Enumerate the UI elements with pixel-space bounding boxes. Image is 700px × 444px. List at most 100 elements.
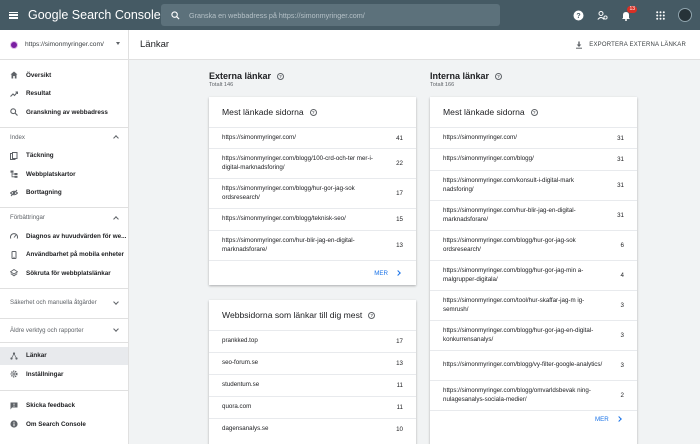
section-legacy-toggle[interactable]: Äldre verktyg och rapporter (0, 317, 128, 342)
help-icon[interactable]: ? (495, 72, 503, 80)
table-row[interactable]: https://simonmyringer.com/41 (209, 127, 416, 148)
table-row[interactable]: https://simonmyringer.com/blogg/100-crd-… (209, 148, 416, 178)
table-row[interactable]: https://simonmyringer.com/blogg/hur-gor-… (430, 230, 637, 260)
property-selector[interactable]: https://simonmyringer.com/ (0, 30, 128, 60)
table-row[interactable]: seo-forum.se 13 (209, 352, 416, 374)
search-input[interactable] (189, 10, 489, 20)
sidebar-item-feedback[interactable]: Skicka feedback (0, 397, 128, 416)
section-label: Äldre verktyg och rapporter (10, 326, 84, 334)
sidebar-item-about[interactable]: Om Search Console (0, 415, 128, 434)
account-avatar[interactable] (678, 8, 692, 22)
row-url: https://simonmyringer.com/tool/hur-skaff… (443, 297, 585, 313)
more-label: MER (595, 415, 609, 423)
property-url: https://simonmyringer.com/ (25, 41, 104, 48)
table-row[interactable]: https://simonmyringer.com/blogg/hur-gor-… (430, 260, 637, 290)
section-label: Förbättringar (10, 214, 45, 221)
help-icon[interactable]: ? (368, 311, 376, 319)
row-url: seo-forum.se (222, 359, 259, 367)
table-row[interactable]: https://simonmyringer.com/konsult-i-digi… (430, 170, 637, 200)
row-count: 17 (396, 190, 403, 197)
row-count: 22 (396, 160, 403, 167)
chevron-right-icon (615, 416, 622, 422)
sidebar-item-overview[interactable]: Översikt (0, 66, 128, 85)
table-row[interactable]: https://simonmyringer.com/blogg/teknisk-… (209, 208, 416, 230)
external-links-total: Totalt 146 (209, 82, 234, 88)
more-label: MER (374, 269, 388, 277)
search-icon (171, 10, 180, 20)
top-app-bar: Google Search Console ? 13 (0, 0, 700, 30)
more-link[interactable]: MER (430, 410, 637, 427)
table-row[interactable]: https://simonmyringer.com/31 (430, 127, 637, 148)
help-icon[interactable]: ? (277, 72, 285, 80)
chevron-up-icon (113, 215, 119, 222)
help-icon[interactable]: ? (309, 108, 317, 116)
layers-icon (10, 269, 18, 277)
sidebar-item-sitemaps[interactable]: Webbplatskartor (0, 165, 128, 184)
sidebar-item-coverage[interactable]: Täckning (0, 147, 128, 166)
hamburger-menu-icon[interactable] (9, 11, 18, 19)
sidebar-item-label: Inställningar (26, 370, 64, 378)
table-row[interactable]: https://simonmyringer.com/hur-blir-jag-e… (209, 230, 416, 260)
download-icon (576, 41, 583, 49)
search-icon (10, 108, 18, 117)
row-count: 3 (620, 362, 624, 369)
card-title-text: Mest länkade sidorna (443, 107, 525, 117)
row-url: https://simonmyringer.com/ (222, 133, 296, 141)
table-row[interactable]: https://simonmyringer.com/blogg/hur-gor-… (430, 320, 637, 350)
manage-users-icon[interactable] (597, 10, 608, 21)
sidebar-item-sitelinks-searchbox[interactable]: Sökruta för webbplatslänkar (0, 264, 128, 283)
page-title: Länkar (140, 39, 170, 50)
section-enhancements-toggle[interactable]: Förbättringar (0, 207, 128, 227)
trending-up-icon (10, 90, 18, 98)
card-title: Mest länkade sidorna ? (209, 97, 416, 127)
sidebar-item-mobile-usability[interactable]: Användbarhet på mobila enheter (0, 246, 128, 265)
table-row[interactable]: prankked.top 17 (209, 330, 416, 352)
row-count: 13 (396, 360, 403, 367)
table-row[interactable]: studentum.se 11 (209, 374, 416, 396)
section-index-toggle[interactable]: Index (0, 126, 128, 147)
row-url: studentum.se (222, 381, 260, 389)
sidebar-item-label: Skicka feedback (26, 402, 76, 410)
row-url: dagensanalys.se (222, 425, 269, 433)
sidebar-item-label: Sökruta för webbplatslänkar (26, 269, 111, 277)
table-row[interactable]: https://simonmyringer.com/blogg/hur-gor-… (209, 178, 416, 208)
row-count: 4 (620, 272, 624, 279)
table-row[interactable]: https://simonmyringer.com/blogg/omvarlds… (430, 380, 637, 410)
external-links-column: Externa länkar ? Totalt 146 Mest länkade… (209, 60, 416, 444)
table-row[interactable]: dagensanalys.se 10 (209, 418, 416, 440)
smartphone-icon (10, 250, 18, 259)
url-inspection-search[interactable] (161, 4, 500, 26)
info-icon (10, 420, 18, 428)
row-url: https://simonmyringer.com/konsult-i-digi… (443, 177, 575, 193)
sidebar-item-label: Täckning (26, 152, 54, 160)
sidebar-item-links[interactable]: Länkar (0, 346, 128, 365)
internal-links-column: Interna länkar ? Totalt 166 Mest länkade… (430, 60, 637, 444)
table-row[interactable]: quora.com 11 (209, 396, 416, 418)
help-icon[interactable]: ? (573, 10, 584, 21)
more-link[interactable]: MER (209, 260, 416, 285)
sidebar-item-settings[interactable]: Inställningar (0, 365, 128, 384)
app-logo[interactable]: Google Search Console (28, 8, 161, 22)
table-row[interactable]: https://simonmyringer.com/blogg/vy-filte… (430, 350, 637, 380)
sidebar-item-url-inspection[interactable]: Granskning av webbadress (0, 103, 128, 122)
notifications-bell-icon[interactable]: 13 (620, 5, 637, 21)
row-url: https://simonmyringer.com/blogg/hur-gor-… (222, 185, 355, 201)
card-title-text: Mest länkade sidorna (222, 107, 304, 117)
sidebar-item-performance[interactable]: Resultat (0, 85, 128, 104)
row-url: https://simonmyringer.com/hur-blir-jag-e… (222, 237, 355, 253)
section-security-toggle[interactable]: Säkerhet och manuella åtgärder (0, 287, 128, 318)
visibility-off-icon (10, 189, 18, 197)
help-icon[interactable]: ? (530, 108, 538, 116)
section-label: Säkerhet och manuella åtgärder (10, 299, 97, 306)
row-count: 2 (620, 392, 624, 399)
sidebar-item-core-web-vitals[interactable]: Diagnos av huvudvärden för we... (0, 227, 128, 246)
row-count: 10 (396, 426, 403, 433)
settings-icon (10, 370, 18, 378)
svg-text:?: ? (576, 13, 580, 20)
apps-grid-icon[interactable] (655, 10, 666, 21)
sidebar-item-removals[interactable]: Borttagning (0, 184, 128, 203)
table-row[interactable]: https://simonmyringer.com/tool/hur-skaff… (430, 290, 637, 320)
export-external-links-button[interactable]: EXPORTERA EXTERNA LÄNKAR (569, 36, 692, 54)
table-row[interactable]: https://simonmyringer.com/blogg/31 (430, 148, 637, 170)
table-row[interactable]: https://simonmyringer.com/hur-blir-jag-e… (430, 200, 637, 230)
